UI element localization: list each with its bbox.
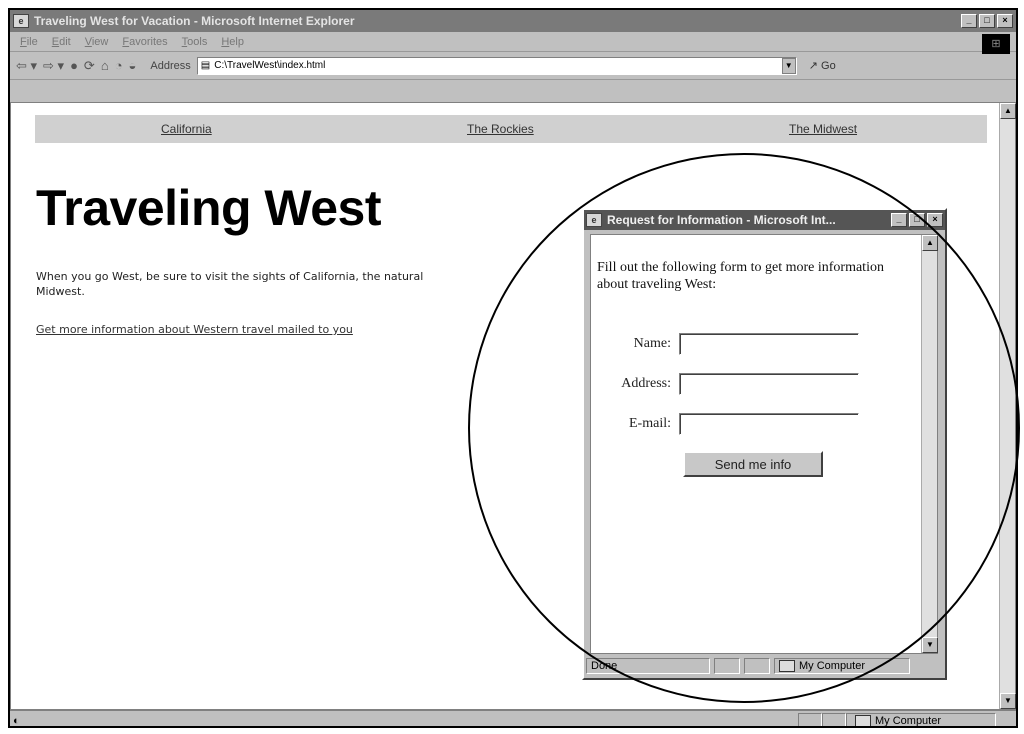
form-row-email: E-mail: [591, 413, 911, 435]
home-icon[interactable]: ⌂ [101, 58, 109, 73]
address-label: Address: [621, 376, 671, 391]
form-row-name: Name: [591, 333, 911, 355]
popup-intro-text: Fill out the following form to get more … [597, 260, 884, 292]
name-label: Name: [633, 336, 671, 351]
popup-scroll-up-icon[interactable]: ▲ [922, 235, 938, 251]
ie-icon: e [586, 213, 602, 227]
address-field[interactable] [679, 373, 859, 395]
minimize-button[interactable]: _ [961, 14, 977, 28]
popup-status-bar: Done My Computer [586, 656, 941, 676]
computer-icon [779, 660, 795, 672]
status-zone: My Computer [846, 712, 996, 727]
popup-scroll-down-icon[interactable]: ▼ [922, 637, 938, 653]
address-bar[interactable]: ▤ C:\TravelWest\index.html ▼ [196, 56, 797, 75]
email-field[interactable] [679, 413, 859, 435]
name-field[interactable] [679, 333, 859, 355]
go-label: Go [821, 60, 836, 72]
forward-icon[interactable]: ⇨ ▾ [43, 58, 64, 74]
close-button[interactable]: × [997, 14, 1013, 28]
scroll-down-icon[interactable]: ▼ [1000, 693, 1016, 709]
popup-status-zone: My Computer [774, 658, 910, 674]
status-segment [822, 712, 846, 726]
popup-scrollbar[interactable]: ▲ ▼ [921, 235, 938, 653]
page-heading: Traveling West [36, 180, 381, 236]
refresh-icon[interactable]: ⟳ [84, 58, 95, 74]
window-title: Traveling West for Vacation - Microsoft … [34, 14, 355, 28]
scroll-up-icon[interactable]: ▲ [1000, 103, 1016, 119]
nav-link-california[interactable]: California [161, 122, 212, 136]
menu-help[interactable]: Help [221, 36, 244, 48]
email-label: E-mail: [629, 416, 671, 431]
intro-text: When you go West, be sure to visit the s… [36, 269, 596, 299]
nav-link-midwest[interactable]: The Midwest [789, 122, 857, 136]
address-label: Address [150, 59, 191, 72]
toolbar: ⇦ ▾ ⇨ ▾ ● ⟳ ⌂ ◔ ◒ Address ▤ C:\TravelWes… [10, 52, 1016, 80]
popup-close-button[interactable]: × [927, 213, 943, 227]
menu-favorites[interactable]: Favorites [122, 36, 167, 48]
menu-bar: File Edit View Favorites Tools Help [10, 32, 1016, 52]
status-bar: ◐ My Computer [10, 710, 1016, 727]
popup-maximize-button[interactable]: □ [909, 213, 925, 227]
vertical-scrollbar[interactable]: ▲ ▼ [999, 103, 1016, 709]
favorites-icon[interactable]: ◒ [129, 58, 137, 73]
status-segment [798, 712, 822, 726]
ie-icon: e [13, 14, 29, 28]
popup-title-bar: e Request for Information - Microsoft In… [584, 210, 945, 230]
windows-logo-icon: ⊞ [982, 34, 1010, 54]
intro-line-1: When you go West, be sure to visit the s… [36, 270, 424, 283]
status-zone-label: My Computer [875, 714, 942, 727]
site-nav: California The Rockies The Midwest [35, 115, 987, 143]
form-row-address: Address: [591, 373, 911, 395]
title-bar: e Traveling West for Vacation - Microsof… [10, 10, 1016, 32]
menu-view[interactable]: View [85, 36, 109, 48]
menu-edit[interactable]: Edit [52, 36, 71, 48]
popup-status-text: Done [586, 658, 710, 674]
popup-minimize-button[interactable]: _ [891, 213, 907, 227]
nav-link-rockies[interactable]: The Rockies [467, 122, 534, 136]
back-icon[interactable]: ⇦ ▾ [16, 58, 37, 74]
status-page-icon: ◐ [13, 714, 20, 727]
intro-line-2: Midwest. [36, 285, 85, 298]
page-icon: ▤ [200, 60, 211, 71]
status-segment [714, 658, 740, 674]
computer-icon [855, 714, 871, 726]
popup-title: Request for Information - Microsoft Int.… [607, 213, 836, 227]
address-input[interactable]: C:\TravelWest\index.html [214, 60, 325, 71]
popup-window: e Request for Information - Microsoft In… [582, 208, 947, 680]
popup-status-zone-label: My Computer [799, 660, 866, 672]
search-icon[interactable]: ◔ [115, 58, 123, 73]
go-button[interactable]: ↗ Go [809, 59, 836, 72]
address-dropdown-icon[interactable]: ▼ [781, 57, 796, 74]
stop-icon[interactable]: ● [70, 58, 78, 73]
send-info-button[interactable]: Send me info [683, 451, 823, 477]
status-segment [744, 658, 770, 674]
menu-tools[interactable]: Tools [182, 36, 208, 48]
maximize-button[interactable]: □ [979, 14, 995, 28]
menu-file[interactable]: File [20, 36, 38, 48]
info-link[interactable]: Get more information about Western trave… [36, 323, 353, 336]
popup-content: Fill out the following form to get more … [590, 234, 938, 654]
